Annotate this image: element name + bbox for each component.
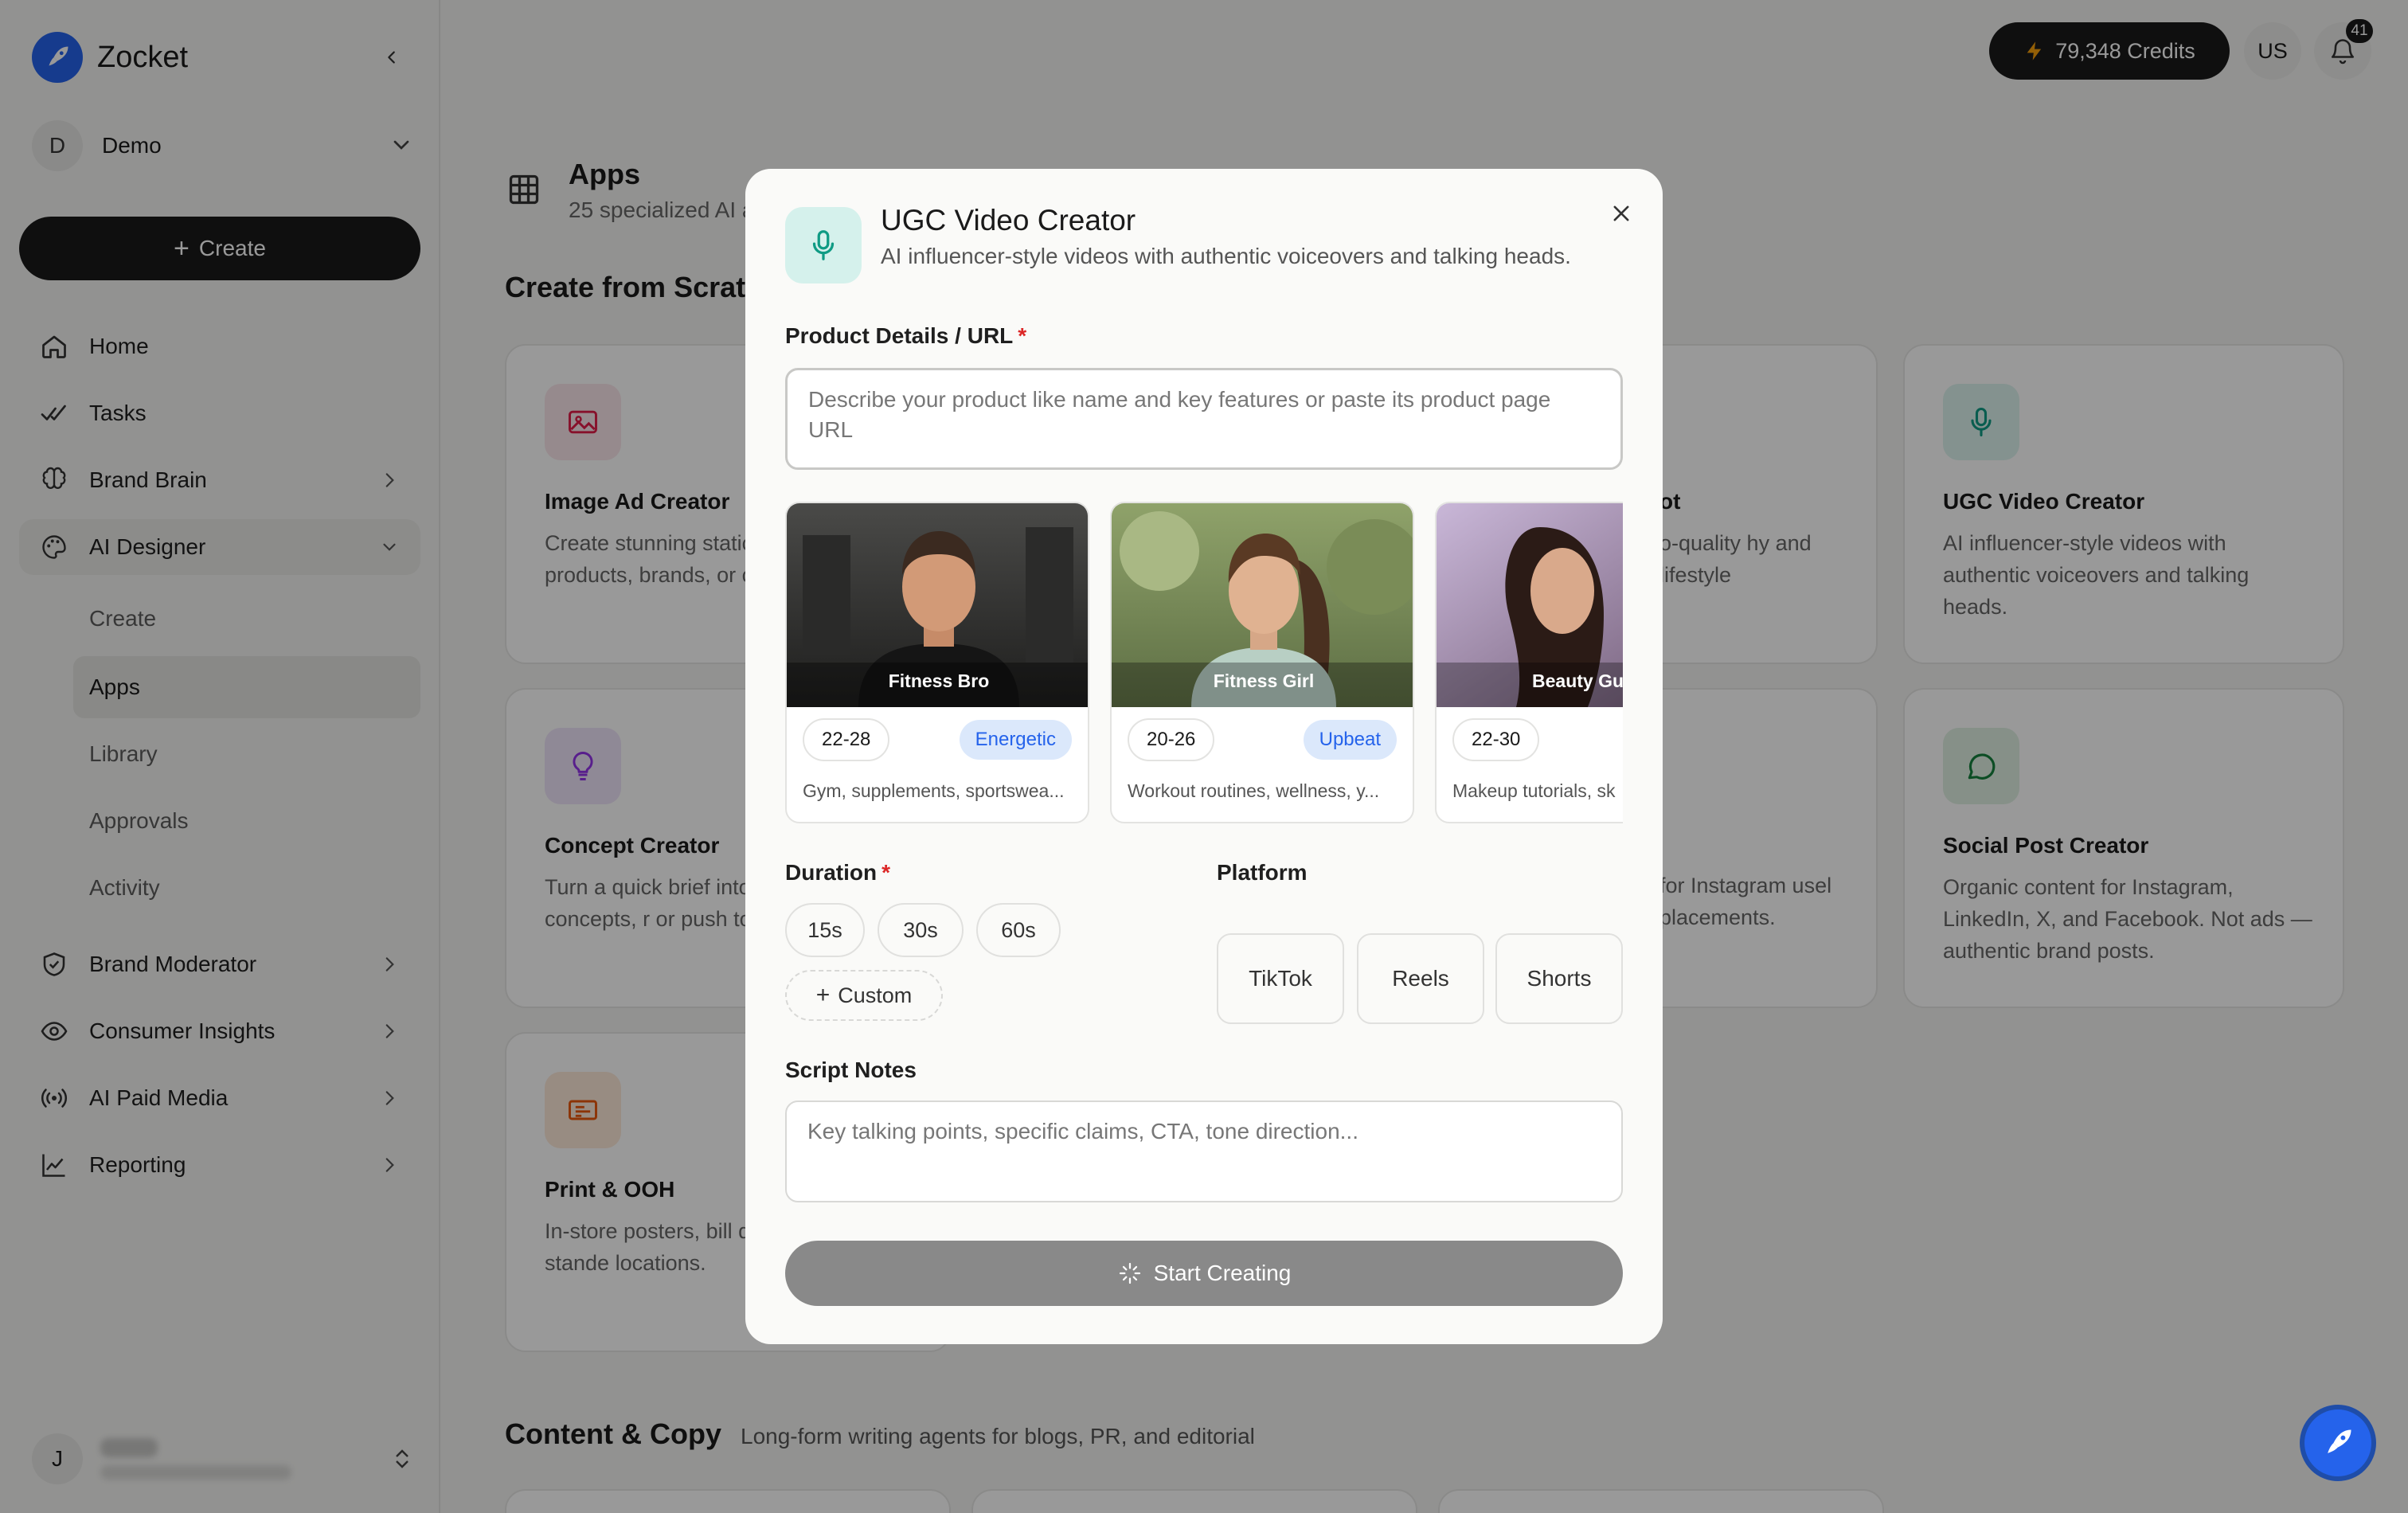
mic-icon [785,207,862,283]
rocket-icon [2328,1429,2351,1453]
duration-option-60s[interactable]: 60s [976,903,1061,957]
start-creating-button[interactable]: Start Creating [785,1241,1623,1306]
avatar-name: Beauty Gu [1532,670,1623,691]
duration-label: Duration * [785,860,891,885]
duration-option-15s[interactable]: 15s [785,903,865,957]
avatar-description: Gym, supplements, sportswea... [803,780,1065,801]
avatar-age-chip: 22-30 [1452,718,1540,761]
avatar-age-chip: 22-28 [803,718,890,761]
avatar-card-beauty-guru[interactable]: Beauty Gu 22-30 Makeup tutorials, sk [1435,502,1623,823]
avatar-tone-chip: Energetic [959,720,1072,760]
avatar-name: Fitness Girl [1213,670,1315,691]
platform-option-shorts[interactable]: Shorts [1495,933,1623,1024]
avatar-card-fitness-girl[interactable]: Fitness Girl 20-26 Upbeat Workout routin… [1110,502,1414,823]
required-marker: * [882,860,891,885]
ugc-video-creator-modal: UGC Video Creator AI influencer-style vi… [745,169,1663,1344]
assistant-fab-button[interactable] [2300,1405,2376,1481]
plus-icon: + [815,982,831,1008]
duration-option-30s[interactable]: 30s [878,903,964,957]
platform-label: Platform [1217,860,1308,885]
required-marker: * [1018,323,1027,348]
platform-option-reels[interactable]: Reels [1357,933,1484,1024]
modal-title: UGC Video Creator [881,204,1136,237]
product-details-label: Product Details / URL * [785,323,1027,348]
product-details-input[interactable]: Describe your product like name and key … [785,368,1623,470]
script-notes-label: Script Notes [785,1058,917,1082]
modal-subtitle: AI influencer-style videos with authenti… [881,244,1571,268]
custom-duration-label: Custom [838,983,913,1007]
avatar-card-fitness-bro[interactable]: Fitness Bro 22-28 Energetic Gym, supplem… [785,502,1089,823]
avatar-name: Fitness Bro [888,670,990,691]
close-icon [1613,205,1629,221]
avatar-tone-chip: Upbeat [1303,720,1397,760]
sparkle-icon [1119,1262,1140,1284]
close-button[interactable] [1604,196,1639,231]
custom-duration-button[interactable]: + Custom [785,970,943,1021]
platform-option-tiktok[interactable]: TikTok [1217,933,1344,1024]
start-creating-label: Start Creating [1153,1261,1292,1285]
avatar-description: Makeup tutorials, sk [1452,780,1616,801]
avatar-description: Workout routines, wellness, y... [1128,780,1380,801]
avatar-carousel[interactable]: Fitness Bro 22-28 Energetic Gym, supplem… [785,502,1623,825]
avatar-age-chip: 20-26 [1128,718,1215,761]
script-notes-input[interactable]: Key talking points, specific claims, CTA… [785,1101,1623,1202]
